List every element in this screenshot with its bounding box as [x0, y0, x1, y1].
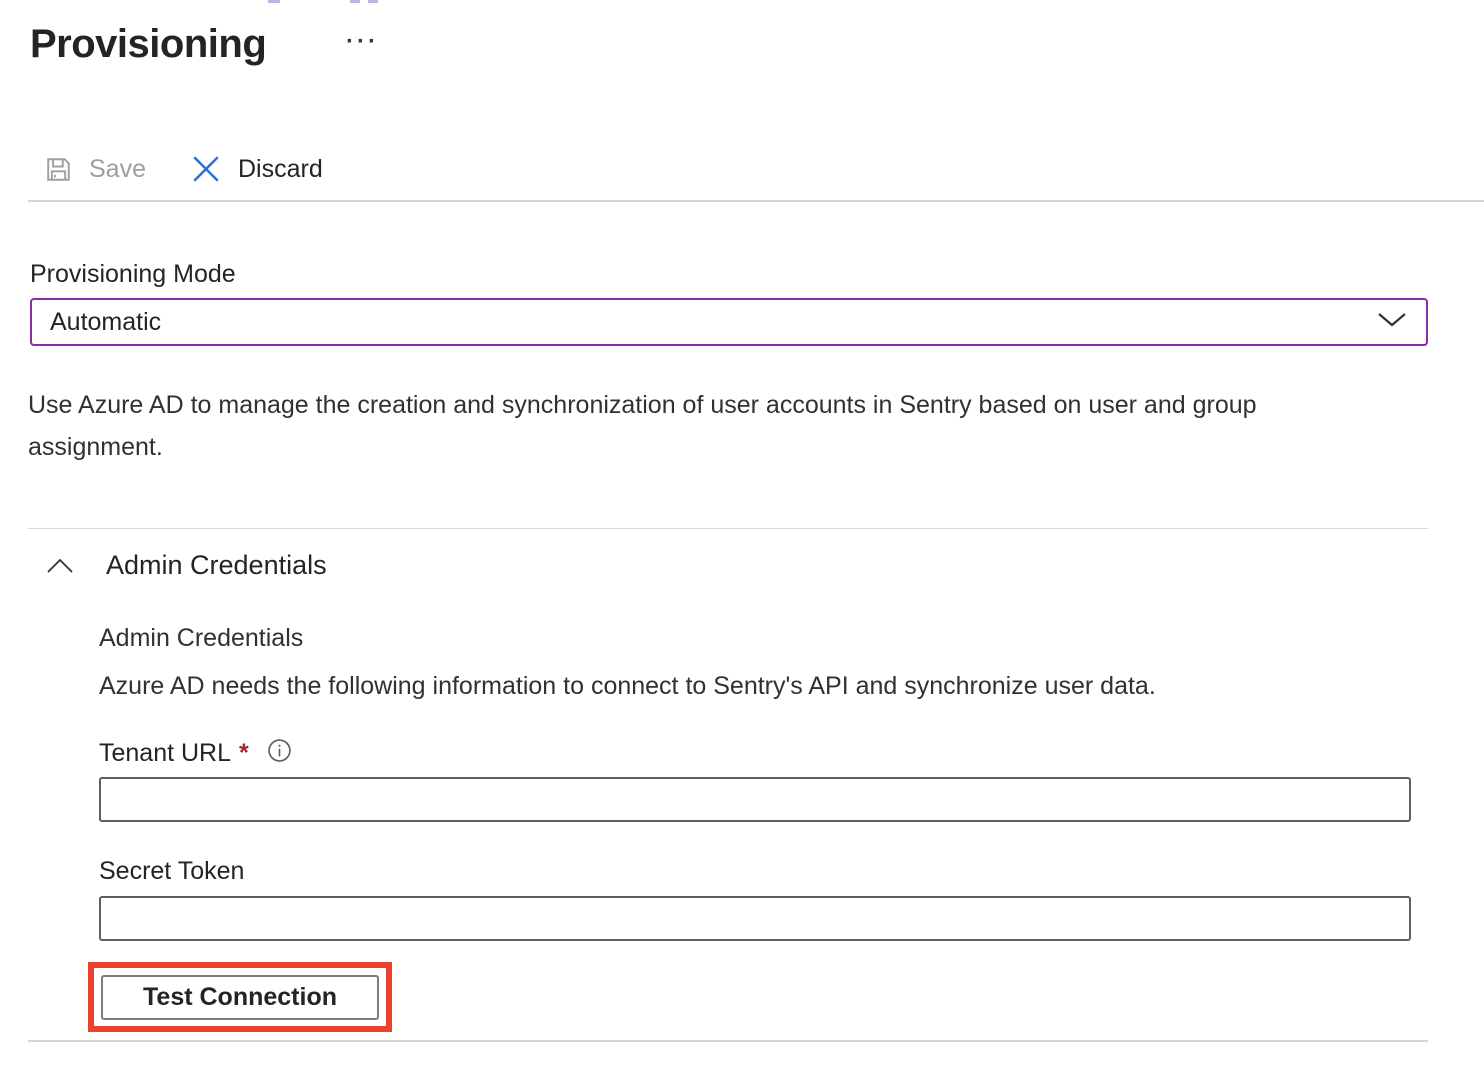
ellipsis-icon: ··· [346, 28, 379, 55]
secret-token-label-row: Secret Token [99, 857, 244, 886]
provisioning-mode-dropdown[interactable]: Automatic [30, 298, 1428, 346]
clipped-text-fragment [350, 0, 360, 3]
section-divider [28, 528, 1428, 529]
bottom-divider [28, 1040, 1428, 1042]
toolbar-divider [28, 200, 1484, 202]
info-icon[interactable] [267, 738, 292, 768]
provisioning-mode-label: Provisioning Mode [30, 260, 236, 289]
discard-button-label: Discard [238, 157, 323, 182]
clipped-text-fragment [268, 0, 280, 3]
secret-token-label: Secret Token [99, 857, 244, 886]
page-title: Provisioning [30, 22, 266, 67]
secret-token-input[interactable] [99, 896, 1411, 941]
discard-x-icon [190, 153, 222, 185]
admin-credentials-section-toggle[interactable]: Admin Credentials [46, 550, 327, 581]
more-options-button[interactable]: ··· [346, 30, 379, 54]
admin-credentials-subheading: Admin Credentials [99, 624, 303, 653]
tenant-url-input[interactable] [99, 777, 1411, 822]
provisioning-page: Provisioning ··· Save Discard [0, 0, 1484, 1078]
tenant-url-label-row: Tenant URL * [99, 738, 292, 768]
save-button-label: Save [89, 157, 146, 182]
chevron-up-icon [46, 558, 74, 574]
save-icon [44, 155, 73, 184]
annotation-highlight-box: Test Connection [88, 962, 392, 1032]
test-connection-button[interactable]: Test Connection [101, 975, 379, 1020]
chevron-down-icon [1376, 311, 1408, 334]
provisioning-mode-selected-value: Automatic [50, 308, 161, 337]
tenant-url-label: Tenant URL [99, 739, 231, 768]
required-indicator: * [239, 739, 249, 768]
save-button[interactable]: Save [44, 155, 146, 184]
admin-credentials-section-title: Admin Credentials [106, 550, 327, 581]
command-toolbar: Save Discard [44, 146, 323, 192]
discard-button[interactable]: Discard [190, 153, 323, 185]
test-connection-button-label: Test Connection [143, 983, 337, 1012]
provisioning-mode-description: Use Azure AD to manage the creation and … [28, 384, 1358, 468]
admin-credentials-description: Azure AD needs the following information… [99, 672, 1379, 701]
clipped-text-fragment [368, 0, 378, 3]
